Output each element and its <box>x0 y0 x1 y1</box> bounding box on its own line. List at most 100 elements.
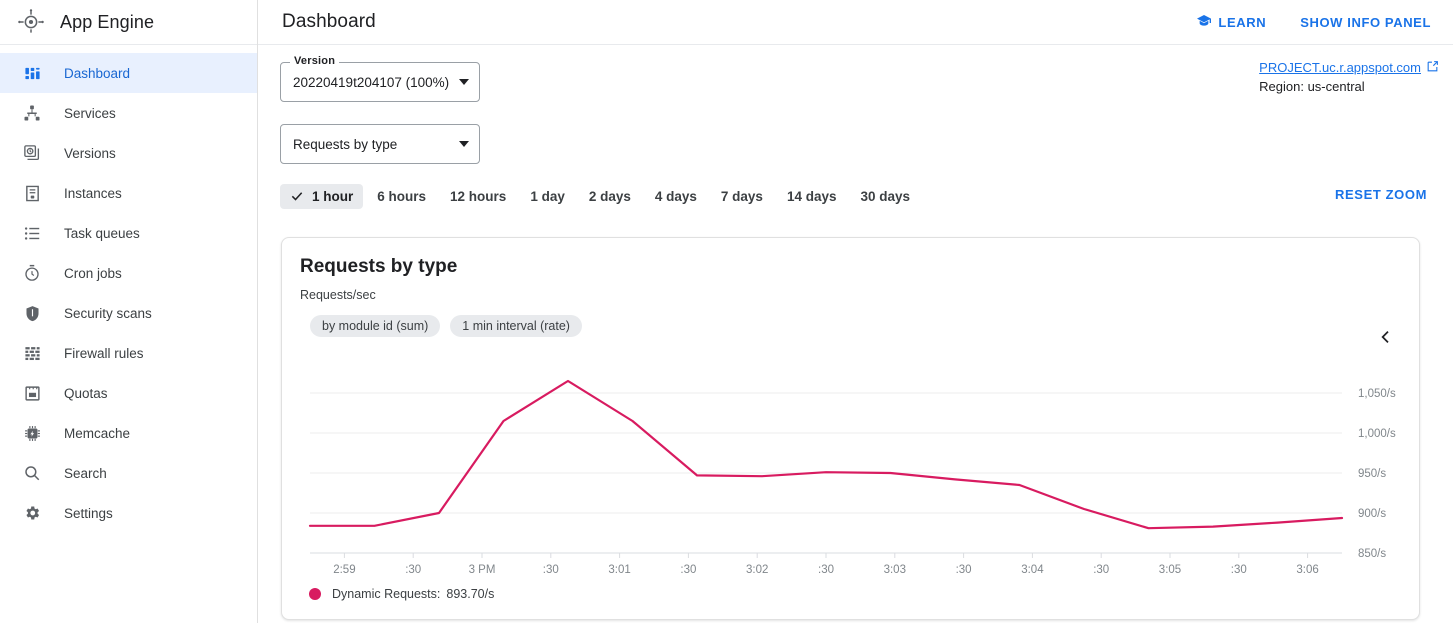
legend-color-swatch <box>309 588 321 600</box>
x-axis-tick-label: :30 <box>543 564 559 576</box>
reset-zoom-button[interactable]: RESET ZOOM <box>1327 182 1435 207</box>
sidebar-item-task-queues[interactable]: Task queues <box>0 213 257 253</box>
project-info: PROJECT.uc.r.appspot.com Region: us-cent… <box>1259 59 1439 94</box>
learn-button[interactable]: LEARN <box>1188 7 1274 38</box>
controls-area: Version 20220419t204107 (100%) Requests … <box>258 45 1453 164</box>
sidebar-item-services[interactable]: Services <box>0 93 257 133</box>
sidebar-item-dashboard[interactable]: Dashboard <box>0 53 257 93</box>
version-select-label: Version <box>290 55 340 67</box>
y-axis-tick-label: 950/s <box>1358 468 1386 480</box>
dashboard-icon <box>22 63 42 83</box>
time-range-label: 14 days <box>786 188 837 204</box>
sidebar-item-versions[interactable]: Versions <box>0 133 257 173</box>
sidebar-item-label: Cron jobs <box>64 265 122 281</box>
learn-label: LEARN <box>1218 14 1267 30</box>
requests-line-chart[interactable]: 850/s 900/s 950/s 1,000/s 1,050/s 2:59:30 3 PM… <box>282 238 1420 620</box>
legend-series-name: Dynamic Requests <box>332 587 437 601</box>
x-axis-tick-label: :30 <box>956 564 972 576</box>
metric-select[interactable]: Requests by type <box>280 124 480 164</box>
memcache-icon <box>22 423 42 443</box>
cron-jobs-icon <box>22 263 42 283</box>
time-range-tabs: 1 hour 6 hours 12 hours 1 day 2 days 4 d… <box>258 182 1453 210</box>
legend-series-value: 893.70/s <box>446 587 495 601</box>
x-axis-tick-label: :30 <box>1231 564 1247 576</box>
sidebar-item-label: Task queues <box>64 225 140 241</box>
app-engine-logo-icon <box>16 7 46 37</box>
time-range-label: 7 days <box>720 188 763 204</box>
page-title: Dashboard <box>282 11 376 32</box>
y-axis-tick-label: 850/s <box>1358 548 1386 560</box>
x-axis-tick-label: :30 <box>405 564 421 576</box>
x-axis-tick-label: 3:04 <box>1021 564 1044 576</box>
x-axis-tick-label: 3:01 <box>608 564 630 576</box>
x-axis-tick-label: 3:02 <box>746 564 768 576</box>
show-info-panel-label: SHOW INFO PANEL <box>1300 14 1431 30</box>
x-axis-tick-label: :30 <box>1093 564 1109 576</box>
time-range-6-hours[interactable]: 6 hours <box>367 184 436 209</box>
sidebar-item-label: Memcache <box>64 425 131 441</box>
instances-icon <box>22 183 42 203</box>
chevron-down-icon <box>459 141 469 147</box>
chart-plot-area: 850/s 900/s 950/s 1,000/s 1,050/s 2:59:30 3 PM… <box>282 238 1420 620</box>
top-bar: Dashboard LEARN SHOW INFO PANEL <box>258 0 1453 45</box>
sidebar-item-label: Security scans <box>64 305 152 321</box>
security-scans-icon <box>22 303 42 323</box>
x-axis-tick-label: :30 <box>680 564 696 576</box>
quotas-icon <box>22 383 42 403</box>
sidebar-item-settings[interactable]: Settings <box>0 493 257 533</box>
time-range-label: 1 day <box>530 188 565 204</box>
time-range-label: 4 days <box>654 188 697 204</box>
sidebar-item-label: Versions <box>64 145 116 161</box>
time-range-1-day[interactable]: 1 day <box>520 184 575 209</box>
x-axis-tick-label: 2:59 <box>333 564 355 576</box>
legend-entry: Dynamic Requests: 893.70/s <box>332 587 495 601</box>
sidebar-item-label: Quotas <box>64 385 108 401</box>
time-range-2-days[interactable]: 2 days <box>579 184 641 209</box>
graduation-cap-icon <box>1196 13 1212 32</box>
time-range-label: 30 days <box>860 188 911 204</box>
sidebar-item-security-scans[interactable]: Security scans <box>0 293 257 333</box>
brand-title: App Engine <box>60 11 155 32</box>
app-engine-dashboard-page: App Engine Dashboard Services Versions I… <box>0 0 1453 623</box>
external-link-icon <box>1426 60 1439 76</box>
project-url-link[interactable]: PROJECT.uc.r.appspot.com <box>1259 60 1439 76</box>
versions-icon <box>22 143 42 163</box>
time-range-14-days[interactable]: 14 days <box>777 184 847 209</box>
sidebar-item-label: Instances <box>64 185 122 201</box>
chevron-down-icon <box>459 79 469 85</box>
x-axis-tick-label: 3:03 <box>884 564 906 576</box>
services-icon <box>22 103 42 123</box>
y-axis-tick-label: 900/s <box>1358 508 1386 520</box>
version-select[interactable]: Version 20220419t204107 (100%) <box>280 55 480 102</box>
project-url-text: PROJECT.uc.r.appspot.com <box>1259 60 1421 75</box>
firewall-rules-icon <box>22 343 42 363</box>
task-queues-icon <box>22 223 42 243</box>
chart-card: Requests by type Requests/sec by module … <box>281 237 1420 620</box>
sidebar-item-instances[interactable]: Instances <box>0 173 257 213</box>
time-range-4-days[interactable]: 4 days <box>645 184 707 209</box>
sidebar-item-label: Search <box>64 465 107 481</box>
y-axis-tick-label: 1,000/s <box>1358 428 1396 440</box>
time-range-label: 1 hour <box>312 188 354 204</box>
sidebar-item-quotas[interactable]: Quotas <box>0 373 257 413</box>
sidebar-item-label: Settings <box>64 505 113 521</box>
check-icon <box>290 189 304 203</box>
time-range-7-days[interactable]: 7 days <box>711 184 773 209</box>
time-range-12-hours[interactable]: 12 hours <box>440 184 516 209</box>
sidebar-item-firewall-rules[interactable]: Firewall rules <box>0 333 257 373</box>
sidebar-nav: Dashboard Services Versions Instances Ta… <box>0 45 257 533</box>
x-axis-tick-label: 3:06 <box>1296 564 1318 576</box>
sidebar-item-label: Dashboard <box>64 65 131 81</box>
sidebar-item-memcache[interactable]: Memcache <box>0 413 257 453</box>
show-info-panel-button[interactable]: SHOW INFO PANEL <box>1292 9 1439 36</box>
chart-legend: Dynamic Requests: 893.70/s <box>309 587 494 601</box>
sidebar-item-label: Services <box>64 105 116 121</box>
x-axis-tick-label: 3:05 <box>1159 564 1181 576</box>
time-range-30-days[interactable]: 30 days <box>850 184 920 209</box>
sidebar-item-cron-jobs[interactable]: Cron jobs <box>0 253 257 293</box>
settings-icon <box>22 503 42 523</box>
main-content: Dashboard LEARN SHOW INFO PANEL Version … <box>258 0 1453 623</box>
sidebar-item-search[interactable]: Search <box>0 453 257 493</box>
time-range-label: 6 hours <box>377 188 427 204</box>
time-range-1-hour[interactable]: 1 hour <box>280 183 364 209</box>
